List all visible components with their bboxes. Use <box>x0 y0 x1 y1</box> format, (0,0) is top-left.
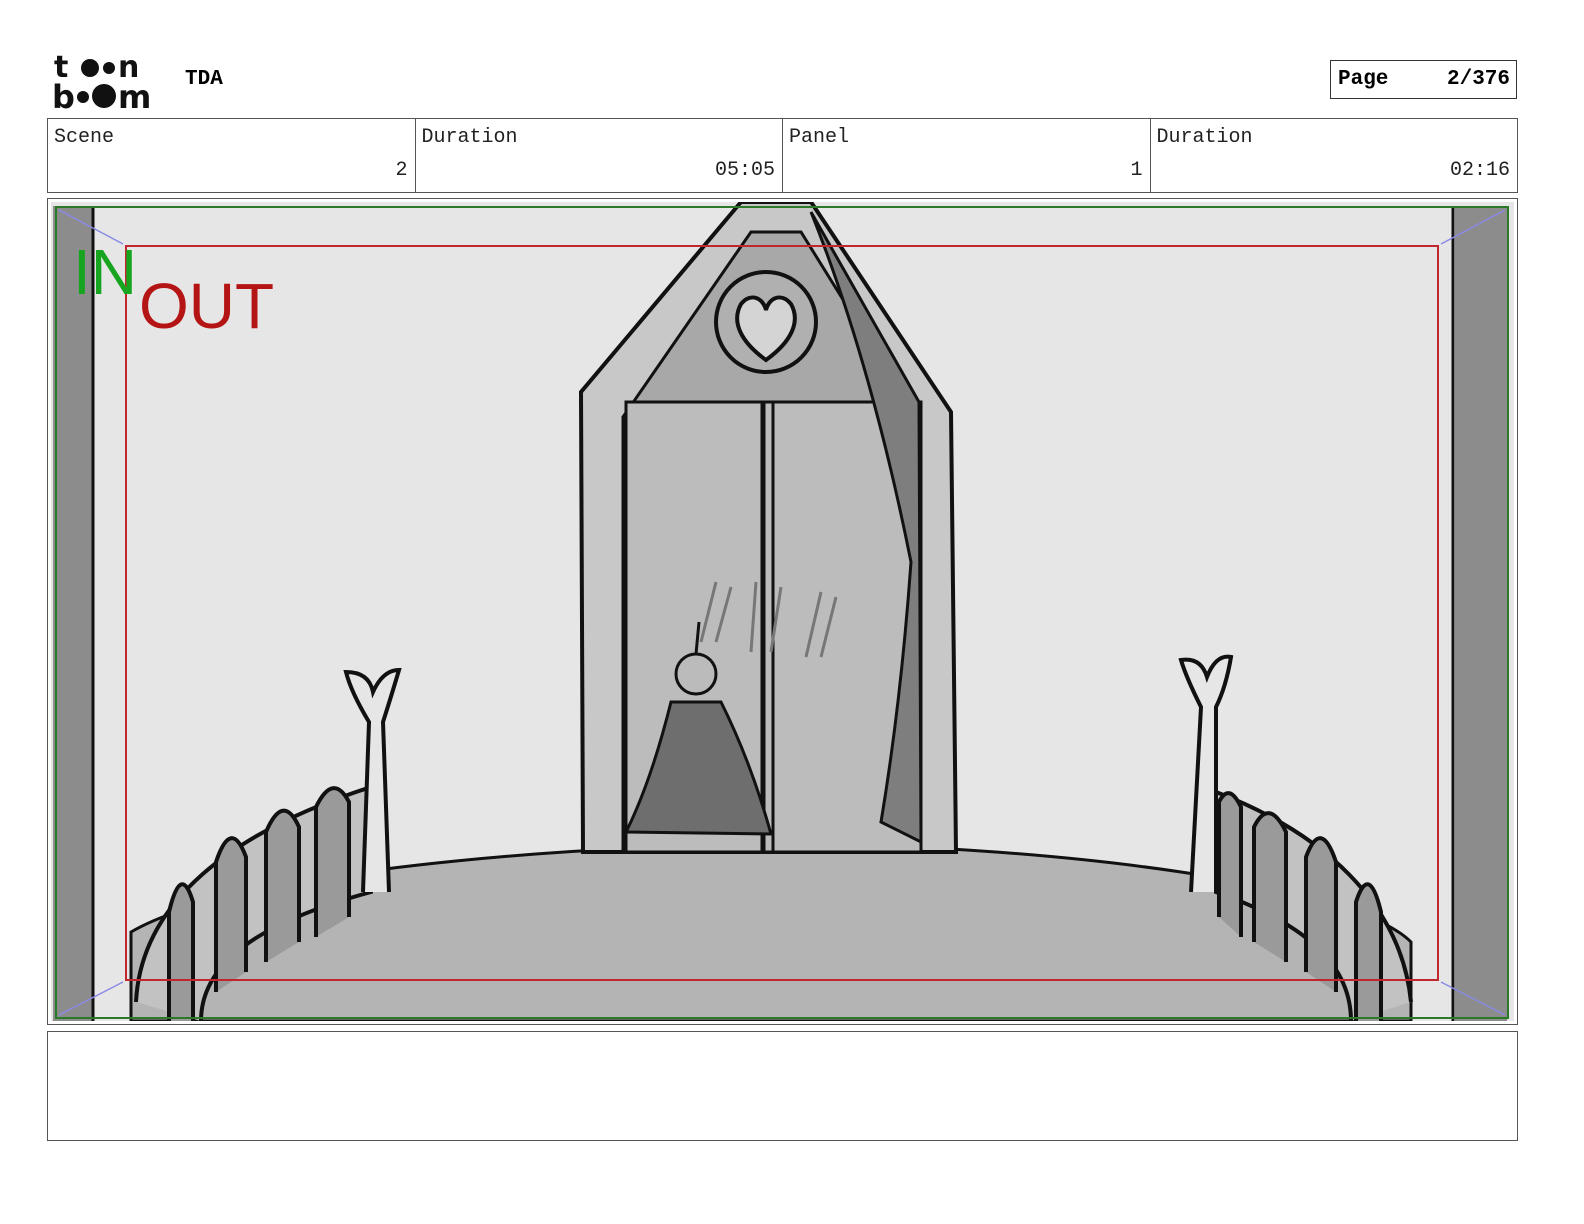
scene-label: Scene <box>54 126 115 149</box>
scene-value: 2 <box>395 159 408 182</box>
panel-duration-label: Duration <box>1156 126 1253 149</box>
storyboard-sketch: IN OUT <box>51 202 1514 1021</box>
in-label: IN <box>73 236 137 308</box>
panel-notes-area[interactable] <box>47 1031 1518 1141</box>
panel-label: Panel <box>789 126 850 149</box>
svg-text:m: m <box>118 78 151 112</box>
scene-duration-label: Duration <box>421 126 518 149</box>
storyboard-panel: IN OUT <box>47 198 1518 1025</box>
svg-text:b: b <box>52 78 75 112</box>
panel-duration-value: 02:16 <box>1449 159 1510 182</box>
page-indicator: Page 2/376 <box>1330 60 1517 99</box>
left-side-bar <box>53 206 93 1021</box>
scene-cell: Scene 2 <box>48 119 415 192</box>
scene-duration-cell: Duration 05:05 <box>414 119 783 192</box>
out-label: OUT <box>139 270 274 342</box>
right-side-bar <box>1455 206 1507 1021</box>
panel-cell: Panel 1 <box>782 119 1150 192</box>
scene-duration-value: 05:05 <box>714 159 775 182</box>
toon-boom-logo: t n b m <box>52 50 151 112</box>
panel-info-bar: Scene 2 Duration 05:05 Panel 1 Duration … <box>47 118 1518 193</box>
page-number: 2/376 <box>1446 68 1510 91</box>
panel-duration-cell: Duration 02:16 <box>1149 119 1518 192</box>
project-title: TDA <box>185 68 223 91</box>
page-label: Page <box>1338 68 1389 91</box>
panel-value: 1 <box>1130 159 1143 182</box>
